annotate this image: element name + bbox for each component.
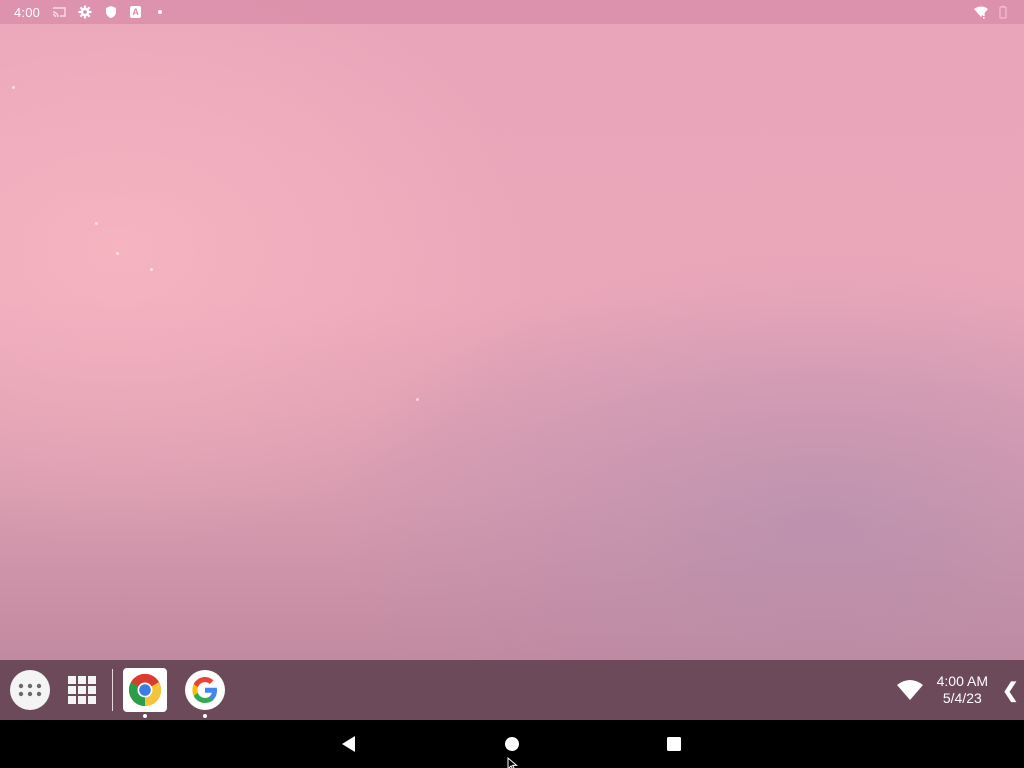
google-icon — [192, 677, 217, 703]
overview-button[interactable] — [666, 734, 682, 754]
shield-icon — [104, 5, 118, 19]
taskbar: 4:00 AM 5/4/23 ❮ — [0, 660, 1024, 720]
status-time: 4:00 — [14, 4, 41, 20]
all-apps-button[interactable] — [10, 670, 50, 710]
a-badge-icon: A — [130, 6, 142, 18]
running-indicator — [143, 714, 147, 718]
wifi-icon — [974, 5, 988, 19]
taskbar-app-google[interactable] — [183, 668, 227, 718]
status-bar[interactable]: 4:00 A — [0, 0, 1024, 24]
recent-apps-grid-button[interactable] — [68, 676, 96, 704]
gear-icon — [78, 5, 92, 19]
mouse-cursor-icon — [507, 757, 518, 768]
grid-icon — [68, 676, 96, 704]
clock-time: 4:00 AM — [936, 673, 988, 689]
android-desktop: 4:00 A 4:00 AM 5/4/23 ❮ — [0, 0, 1024, 768]
tray-expand-chevron[interactable]: ❮ — [1002, 678, 1019, 703]
back-button[interactable] — [340, 734, 358, 754]
a-badge-label: A — [132, 7, 139, 17]
chrome-icon — [128, 673, 162, 707]
wifi-icon — [896, 680, 923, 700]
home-button[interactable] — [504, 734, 520, 754]
system-tray[interactable]: 4:00 AM 5/4/23 ❮ — [896, 673, 1024, 707]
taskbar-app-chrome[interactable] — [123, 668, 167, 718]
clock-date: 5/4/23 — [942, 690, 982, 706]
google-app-icon-container — [185, 670, 225, 710]
back-icon — [342, 736, 355, 752]
running-indicator — [203, 714, 207, 718]
battery-icon — [996, 5, 1010, 19]
home-icon — [505, 737, 519, 751]
dot-icon — [153, 5, 167, 19]
apps-dots-icon — [18, 683, 42, 697]
clock[interactable]: 4:00 AM 5/4/23 — [937, 673, 988, 707]
recents-icon — [667, 737, 681, 751]
wallpaper — [0, 0, 1024, 660]
taskbar-divider — [112, 669, 113, 711]
cast-icon — [52, 5, 66, 19]
